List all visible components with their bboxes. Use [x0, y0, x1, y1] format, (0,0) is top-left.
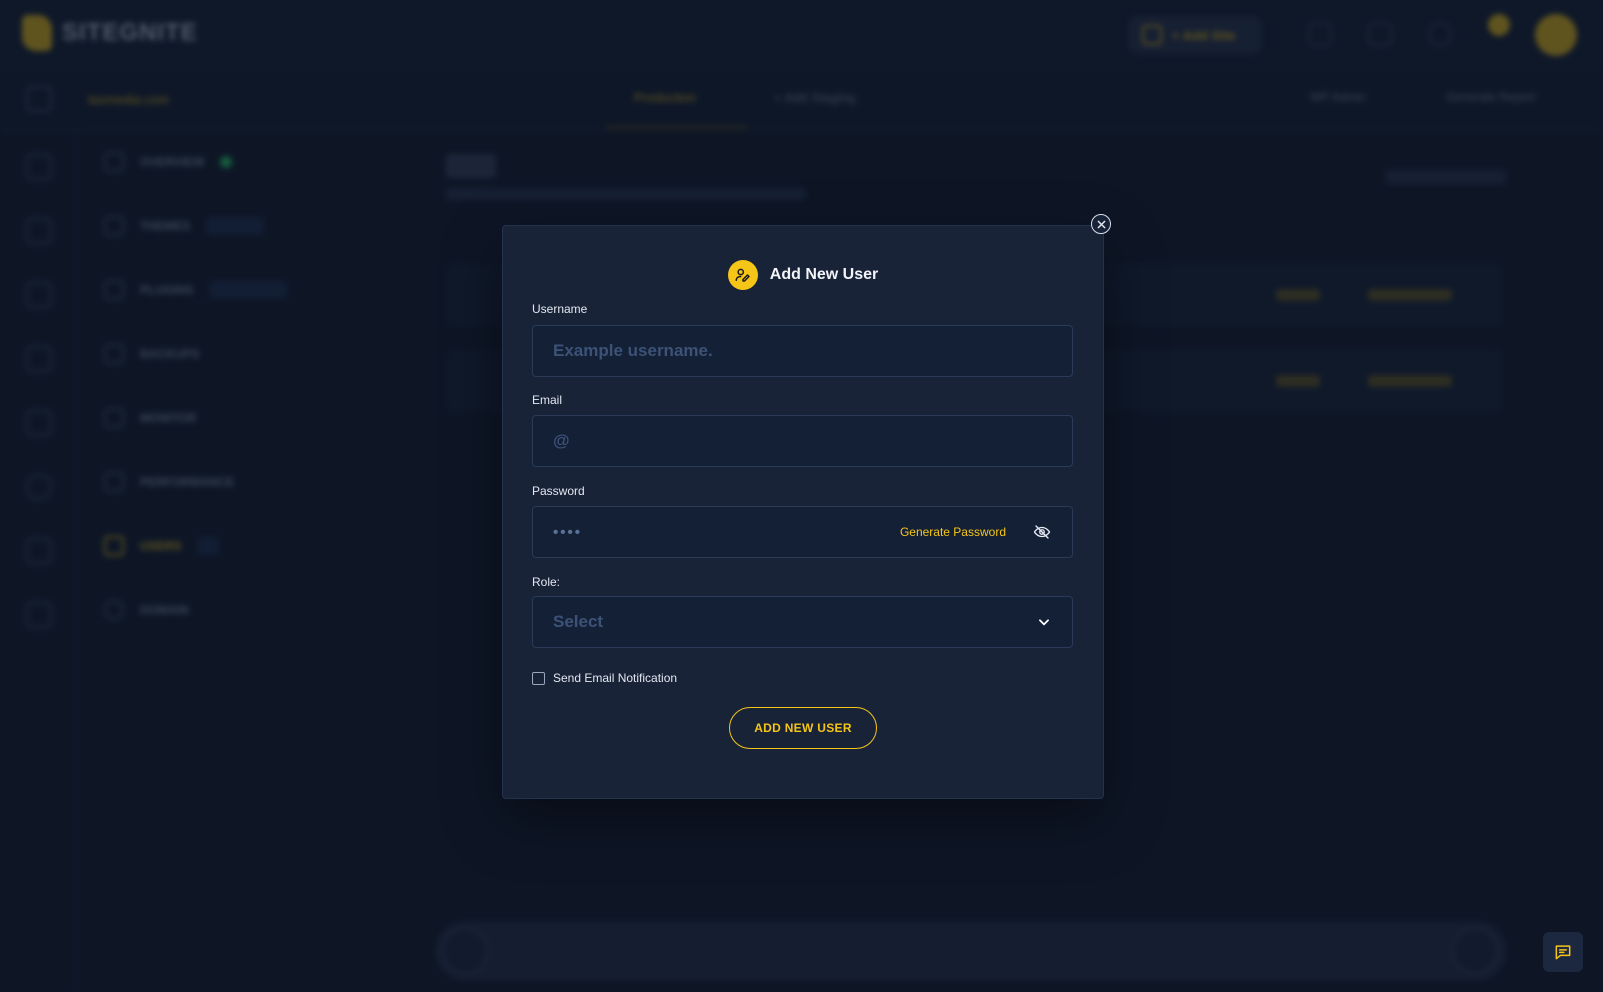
- role-select[interactable]: Select: [532, 596, 1073, 648]
- email-label: Email: [532, 393, 563, 407]
- role-select-value[interactable]: Select: [553, 612, 1036, 632]
- username-input[interactable]: [553, 341, 1052, 361]
- eye-off-icon[interactable]: [1032, 522, 1052, 542]
- modal-header: Add New User: [503, 260, 1103, 290]
- password-label: Password: [532, 484, 585, 498]
- role-label: Role:: [532, 575, 561, 589]
- chevron-down-icon[interactable]: [1036, 614, 1052, 630]
- password-field[interactable]: •••• Generate Password: [532, 506, 1073, 558]
- email-field[interactable]: [532, 415, 1073, 467]
- chat-icon[interactable]: [1543, 932, 1583, 972]
- send-email-label: Send Email Notification: [553, 671, 678, 685]
- email-input[interactable]: [553, 431, 1052, 451]
- add-new-user-button[interactable]: ADD NEW USER: [729, 707, 877, 749]
- close-icon[interactable]: [1091, 214, 1111, 234]
- send-email-checkbox[interactable]: [532, 671, 545, 685]
- username-field[interactable]: [532, 325, 1073, 377]
- username-label: Username: [532, 302, 588, 316]
- add-user-modal: Add New User Username Email Password •••…: [502, 225, 1104, 799]
- modal-title: Add New User: [769, 266, 879, 283]
- send-email-notification[interactable]: Send Email Notification: [532, 671, 677, 685]
- password-input[interactable]: ••••: [553, 524, 900, 541]
- generate-password-button[interactable]: Generate Password: [900, 525, 1006, 539]
- user-edit-icon: [727, 260, 758, 290]
